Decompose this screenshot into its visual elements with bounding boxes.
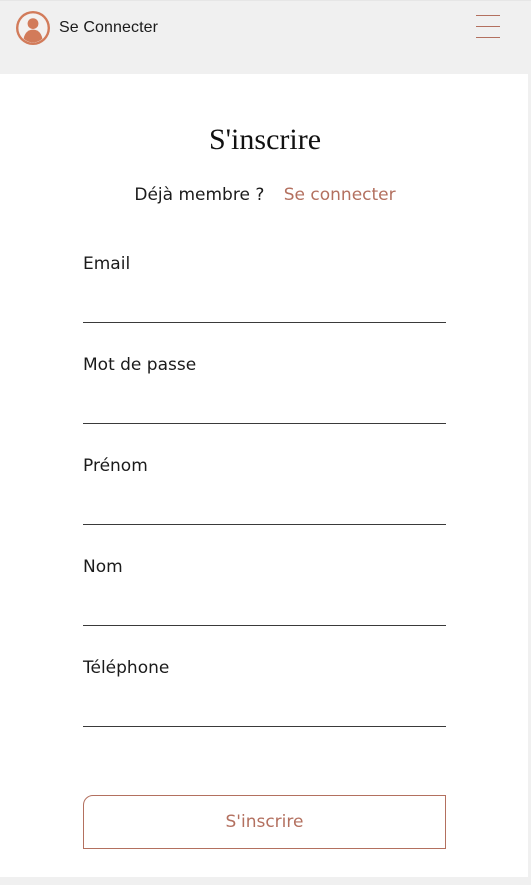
signup-submit-button[interactable]: S'inscrire bbox=[83, 795, 446, 849]
phone-input[interactable] bbox=[83, 691, 446, 727]
already-member-text: Déjà membre ? bbox=[134, 185, 265, 205]
first-name-field-group: Prénom bbox=[83, 455, 446, 537]
email-label: Email bbox=[83, 254, 131, 274]
password-label: Mot de passe bbox=[83, 355, 197, 375]
first-name-label: Prénom bbox=[83, 456, 148, 476]
sign-in-link[interactable]: Se connecter bbox=[284, 185, 396, 205]
email-input[interactable] bbox=[83, 287, 446, 323]
phone-label: Téléphone bbox=[83, 658, 170, 678]
menu-bar-bottom bbox=[476, 37, 500, 38]
password-input[interactable] bbox=[83, 388, 446, 424]
password-field-group: Mot de passe bbox=[83, 354, 446, 436]
menu-bar-top bbox=[476, 15, 500, 16]
login-label: Se Connecter bbox=[59, 19, 159, 36]
last-name-field-group: Nom bbox=[83, 556, 446, 638]
user-avatar-icon bbox=[16, 11, 50, 45]
login-link[interactable]: Se Connecter bbox=[15, 10, 158, 46]
already-member-row: Déjà membre ? Se connecter bbox=[0, 183, 530, 207]
hamburger-menu-icon[interactable] bbox=[476, 13, 500, 41]
phone-field-group: Téléphone bbox=[83, 657, 446, 739]
last-name-label: Nom bbox=[83, 557, 123, 577]
first-name-input[interactable] bbox=[83, 489, 446, 525]
page-title: S'inscrire bbox=[208, 123, 322, 156]
email-field-group: Email bbox=[83, 253, 446, 335]
last-name-input[interactable] bbox=[83, 590, 446, 626]
menu-bar-middle bbox=[476, 26, 500, 27]
site-header: Se Connecter bbox=[0, 0, 531, 74]
